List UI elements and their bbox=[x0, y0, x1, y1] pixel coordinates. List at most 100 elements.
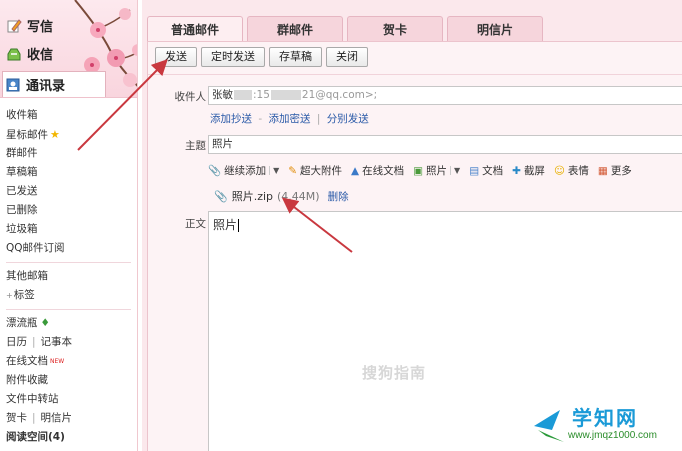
folder-deleted-label: 已删除 bbox=[6, 204, 38, 216]
tab-postcard[interactable]: 明信片 bbox=[447, 16, 543, 42]
site-logo: 学知网 www.jmqz1000.com bbox=[524, 400, 682, 451]
attachment-toolbar: 📎 继续添加 ▼ ✎ 超大附件 ▲ 在线文档 ▣ 照片 ▼ ▤ 文档 ✚ 截屏 … bbox=[208, 163, 632, 178]
write-mail-button[interactable]: 写信 bbox=[6, 16, 53, 35]
app-attachment-collection[interactable]: 附件收藏 bbox=[6, 371, 137, 390]
add-bcc-link[interactable]: 添加密送 bbox=[268, 113, 310, 125]
folder-other-label: 其他邮箱 bbox=[6, 270, 48, 282]
paperclip-icon: 📎 bbox=[214, 189, 228, 203]
redaction bbox=[234, 90, 252, 100]
folder-deleted[interactable]: 已删除 bbox=[6, 201, 137, 220]
folder-starred-label: 星标邮件 bbox=[6, 129, 48, 141]
app-online-docs[interactable]: 在线文档 NEW bbox=[6, 352, 137, 371]
save-draft-button[interactable]: 存草稿 bbox=[269, 47, 322, 67]
recipient-name: 张敏 bbox=[212, 89, 233, 101]
expand-icon: + bbox=[6, 291, 13, 300]
app-transfer-label: 文件中转站 bbox=[6, 393, 59, 405]
document-button[interactable]: ▤ 文档 bbox=[469, 163, 503, 178]
folder-starred[interactable]: 星标邮件 ★ bbox=[6, 125, 137, 144]
add-cc-link[interactable]: 添加抄送 bbox=[210, 113, 252, 125]
image-icon: ▣ bbox=[413, 164, 424, 177]
separator: | bbox=[32, 336, 36, 348]
app-docs-label: 在线文档 bbox=[6, 355, 48, 367]
sidebar: 写信 收信 通讯录 收件箱 星标邮件 ★ 群邮件 草稿箱 已发送 已删除 垃圾箱 … bbox=[0, 0, 138, 451]
app-reading-label: 阅读空间(4) bbox=[6, 431, 65, 443]
photo-button[interactable]: ▣ 照片 ▼ bbox=[413, 163, 460, 178]
app-reading-space[interactable]: 阅读空间(4) bbox=[6, 428, 137, 447]
watermark: 搜狗指南 bbox=[362, 364, 427, 382]
folder-group[interactable]: 群邮件 bbox=[6, 144, 137, 163]
grid-icon: ▦ bbox=[597, 164, 608, 177]
attachment-item: 📎 照片.zip (4.44M) 删除 bbox=[214, 188, 349, 204]
app-bottle[interactable]: 漂流瓶 ♦ bbox=[6, 314, 137, 333]
folder-inbox[interactable]: 收件箱 bbox=[6, 106, 137, 125]
folder-inbox-label: 收件箱 bbox=[6, 109, 38, 121]
emoji-button[interactable]: ☺ 表情 bbox=[554, 163, 589, 178]
app-calendar-link[interactable]: 日历 bbox=[6, 336, 27, 348]
sidebar-header: 写信 收信 通讯录 bbox=[0, 0, 137, 98]
screenshot-label: 截屏 bbox=[523, 165, 545, 177]
attachment-size: (4.44M) bbox=[277, 189, 320, 203]
divider bbox=[6, 309, 131, 310]
app-calendar-notes: 日历 | 记事本 bbox=[6, 333, 137, 352]
tab-greeting-card[interactable]: 贺卡 bbox=[347, 16, 443, 42]
logo-mark-icon bbox=[534, 410, 564, 442]
star-icon: ★ bbox=[50, 128, 60, 141]
bottle-icon: ♦ bbox=[40, 317, 50, 329]
recipient-field[interactable]: 张敏:15 21@qq.com>; bbox=[208, 86, 682, 105]
text-caret bbox=[238, 219, 240, 232]
folder-tags[interactable]: +标签 bbox=[6, 286, 137, 305]
send-button[interactable]: 发送 bbox=[155, 47, 197, 67]
folder-trash[interactable]: 垃圾箱 bbox=[6, 220, 137, 239]
logo-name: 学知网 bbox=[572, 406, 638, 430]
folder-trash-label: 垃圾箱 bbox=[6, 223, 38, 235]
folder-drafts-label: 草稿箱 bbox=[6, 166, 38, 178]
app-collection-label: 附件收藏 bbox=[6, 374, 48, 386]
folder-other-mailboxes[interactable]: 其他邮箱 bbox=[6, 267, 137, 286]
continue-add-button[interactable]: 📎 继续添加 ▼ bbox=[208, 163, 279, 178]
app-file-transfer[interactable]: 文件中转站 bbox=[6, 390, 137, 409]
compose-form: 收件人 张敏:15 21@qq.com>; 添加抄送 - 添加密送 | 分别发送 … bbox=[148, 74, 682, 451]
tab-normal-mail[interactable]: 普通邮件 bbox=[147, 16, 243, 42]
scheduled-send-button[interactable]: 定时发送 bbox=[201, 47, 265, 67]
app-bottle-label: 漂流瓶 bbox=[6, 317, 38, 329]
more-button[interactable]: ▦ 更多 bbox=[598, 163, 632, 178]
tab-group-mail[interactable]: 群邮件 bbox=[247, 16, 343, 42]
recipient-label: 收件人 bbox=[174, 91, 207, 103]
smiley-icon: ☺ bbox=[553, 164, 565, 177]
body-text: 照片 bbox=[213, 218, 238, 232]
receive-mail-button[interactable]: 收信 bbox=[6, 44, 53, 63]
write-mail-label: 写信 bbox=[27, 20, 54, 35]
continue-add-label: 继续添加 bbox=[224, 165, 267, 177]
inbox-icon bbox=[6, 46, 22, 62]
subject-label: 主题 bbox=[185, 140, 206, 152]
separator: | bbox=[316, 113, 321, 125]
pencil-icon bbox=[6, 18, 22, 34]
photo-label: 照片 bbox=[426, 165, 448, 177]
super-attachment-button[interactable]: ✎ 超大附件 bbox=[288, 163, 342, 178]
app-postcard-link[interactable]: 明信片 bbox=[41, 412, 73, 424]
new-badge: NEW bbox=[50, 358, 65, 365]
close-button[interactable]: 关闭 bbox=[326, 47, 368, 67]
folder-subscribe-label: QQ邮件订阅 bbox=[6, 242, 65, 254]
folder-group-label: 群邮件 bbox=[6, 147, 38, 159]
document-stack-icon: ▲ bbox=[351, 164, 360, 177]
subject-field[interactable]: 照片 bbox=[208, 135, 682, 154]
online-doc-label: 在线文档 bbox=[362, 165, 405, 177]
crop-icon: ✚ bbox=[512, 164, 521, 177]
app-notes-link[interactable]: 记事本 bbox=[41, 336, 73, 348]
dropdown-arrow-icon[interactable]: ▼ bbox=[269, 166, 279, 175]
screenshot-button[interactable]: ✚ 截屏 bbox=[512, 163, 545, 178]
folder-sent-label: 已发送 bbox=[6, 185, 38, 197]
separate-send-link[interactable]: 分别发送 bbox=[327, 113, 369, 125]
app-greeting-link[interactable]: 贺卡 bbox=[6, 412, 27, 424]
folder-subscribe[interactable]: QQ邮件订阅 bbox=[6, 239, 137, 258]
folder-drafts[interactable]: 草稿箱 bbox=[6, 163, 137, 182]
contacts-button[interactable]: 通讯录 bbox=[2, 71, 107, 97]
online-doc-button[interactable]: ▲ 在线文档 bbox=[351, 163, 404, 178]
attachment-delete-link[interactable]: 删除 bbox=[328, 189, 349, 204]
folder-sent[interactable]: 已发送 bbox=[6, 182, 137, 201]
super-attachment-label: 超大附件 bbox=[300, 165, 343, 177]
recipient-part2: 21@qq.com>; bbox=[301, 89, 378, 101]
dropdown-arrow-icon[interactable]: ▼ bbox=[450, 166, 460, 175]
attachment-filename[interactable]: 照片.zip bbox=[232, 188, 273, 204]
